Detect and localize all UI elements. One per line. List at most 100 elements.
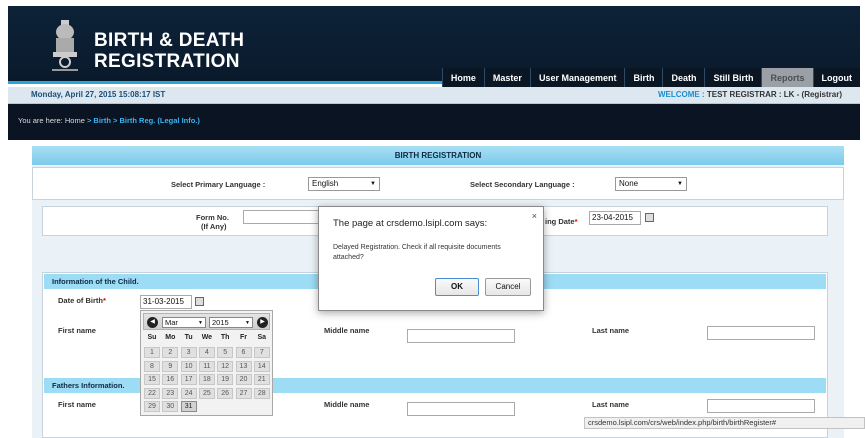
calendar-day[interactable]: 19 [217, 374, 234, 385]
app-title-line2: REGISTRATION [94, 51, 240, 72]
dialog-title: The page at crsdemo.lsipl.com says: [333, 218, 488, 229]
dob-label: Date of Birth* [58, 296, 106, 305]
calendar-day[interactable]: 20 [235, 374, 252, 385]
nav-reports[interactable]: Reports [761, 68, 813, 89]
child-middle-name-input[interactable] [407, 329, 515, 343]
nav-master[interactable]: Master [483, 68, 530, 89]
national-emblem-icon [52, 20, 78, 71]
weekday-label: We [201, 334, 213, 341]
calendar-day[interactable]: 24 [180, 387, 197, 399]
weekday-label: Fr [240, 334, 247, 341]
calendar-day[interactable]: 28 [253, 387, 270, 399]
child-last-name-label: Last name [592, 326, 630, 335]
calendar-day[interactable]: 5 [217, 347, 234, 358]
form-title: BIRTH REGISTRATION [32, 146, 844, 165]
date-picker-header: ◀ Mar ▼ 2015 ▼ ▶ [143, 313, 270, 330]
calendar-icon[interactable] [645, 213, 654, 222]
secondary-language-value: None [619, 179, 639, 188]
calendar-day[interactable]: 26 [217, 387, 234, 399]
status-bar-url: crsdemo.lsipl.com/crs/web/index.php/birt… [584, 417, 865, 429]
breadcrumb-home[interactable]: Home [65, 116, 85, 125]
close-icon[interactable]: × [532, 211, 537, 221]
calendar-day[interactable]: 6 [235, 347, 252, 358]
calendar-day[interactable]: 3 [180, 347, 197, 358]
welcome-label: WELCOME : [657, 90, 705, 99]
calendar-day[interactable]: 8 [144, 360, 160, 372]
calendar-day[interactable]: 29 [144, 401, 160, 412]
chevron-down-icon: ▼ [198, 320, 203, 326]
father-last-name-input[interactable] [707, 399, 815, 413]
child-last-name-input[interactable] [707, 326, 815, 340]
month-select[interactable]: Mar ▼ [162, 317, 206, 328]
month-value: Mar [165, 318, 178, 327]
date-picker: ◀ Mar ▼ 2015 ▼ ▶ Su Mo Tu We Th Fr Sa 1 2 3 4 5 6 7 8 9… [140, 310, 273, 416]
nav-home[interactable]: Home [441, 68, 484, 89]
nav-logout[interactable]: Logout [812, 68, 860, 89]
calendar-icon[interactable] [195, 297, 204, 306]
calendar-day[interactable]: 4 [198, 347, 215, 358]
weekday-label: Su [147, 334, 157, 341]
calendar-day[interactable]: 21 [253, 374, 270, 385]
primary-language-label: Select Primary Language : [171, 180, 266, 189]
calendar-day[interactable]: 23 [162, 387, 179, 399]
year-select[interactable]: 2015 ▼ [209, 317, 253, 328]
language-row: Select Primary Language : English ▼ Sele… [32, 167, 844, 200]
calendar-day[interactable]: 2 [162, 347, 179, 358]
form-no-sublabel: (If Any) [201, 222, 227, 231]
primary-language-select[interactable]: English ▼ [308, 177, 380, 191]
prev-month-icon[interactable]: ◀ [147, 317, 158, 328]
nav-user-management[interactable]: User Management [529, 68, 625, 89]
calendar-day[interactable]: 1 [144, 347, 160, 358]
father-first-name-label: First name [58, 400, 96, 409]
secondary-language-label: Select Secondary Language : [470, 180, 575, 189]
welcome-user: TEST REGISTRAR : LK - (Registrar) [706, 90, 842, 99]
ok-button[interactable]: OK [435, 278, 479, 296]
chevron-down-icon: ▼ [245, 320, 250, 326]
cancel-button[interactable]: Cancel [485, 278, 531, 296]
calendar-day[interactable]: 12 [217, 360, 234, 372]
app-title-line1: BIRTH & DEATH [94, 30, 245, 51]
calendar-day[interactable]: 22 [144, 387, 160, 399]
calendar-day[interactable]: 10 [180, 360, 197, 372]
page: BIRTH & DEATH REGISTRATION Home Master U… [0, 0, 865, 438]
calendar-day[interactable]: 27 [235, 387, 252, 399]
info-bar: Monday, April 27, 2015 15:08:17 IST WELC… [8, 87, 860, 104]
confirm-dialog: The page at crsdemo.lsipl.com says: × De… [318, 206, 544, 311]
primary-language-value: English [312, 179, 339, 188]
child-first-name-label: First name [58, 326, 96, 335]
calendar-day[interactable]: 7 [253, 347, 270, 358]
nav-still-birth[interactable]: Still Birth [704, 68, 762, 89]
calendar-day-selected[interactable]: 31 [180, 401, 197, 412]
year-value: 2015 [212, 318, 229, 327]
main-nav: Home Master User Management Birth Death … [441, 68, 860, 89]
father-last-name-label: Last name [592, 400, 630, 409]
dob-input[interactable]: 31-03-2015 [140, 295, 192, 309]
weekday-label: Sa [257, 334, 267, 341]
child-middle-name-label: Middle name [324, 326, 370, 335]
breadcrumb-band: You are here: Home > Birth > Birth Reg. … [8, 104, 860, 140]
calendar-day[interactable]: 25 [198, 387, 215, 399]
weekday-label: Mo [165, 334, 176, 341]
breadcrumb-prefix: You are here: [18, 116, 63, 125]
reporting-date-input[interactable]: 23-04-2015 [589, 211, 641, 225]
calendar-day[interactable]: 15 [144, 374, 160, 385]
dialog-message: Delayed Registration. Check if all requi… [333, 244, 501, 261]
calendar-day[interactable]: 17 [180, 374, 197, 385]
secondary-language-select[interactable]: None ▼ [615, 177, 687, 191]
nav-death[interactable]: Death [662, 68, 705, 89]
calendar-day[interactable]: 14 [253, 360, 270, 372]
calendar-day[interactable]: 30 [162, 401, 179, 412]
father-middle-name-input[interactable] [407, 402, 515, 416]
calendar-day[interactable]: 13 [235, 360, 252, 372]
nav-birth[interactable]: Birth [624, 68, 663, 89]
form-no-label: Form No. [196, 213, 229, 222]
calendar-day[interactable]: 16 [162, 374, 179, 385]
next-month-icon[interactable]: ▶ [257, 317, 268, 328]
calendar-day[interactable]: 18 [198, 374, 215, 385]
reporting-date-label: ing Date* [545, 217, 578, 226]
calendar-day[interactable]: 9 [162, 360, 179, 372]
breadcrumb-path[interactable]: > Birth > Birth Reg. (Legal Info.) [87, 116, 200, 125]
calendar-day[interactable]: 11 [198, 360, 215, 372]
breadcrumb: You are here: Home > Birth > Birth Reg. … [18, 116, 200, 125]
chevron-down-icon: ▼ [677, 181, 683, 187]
